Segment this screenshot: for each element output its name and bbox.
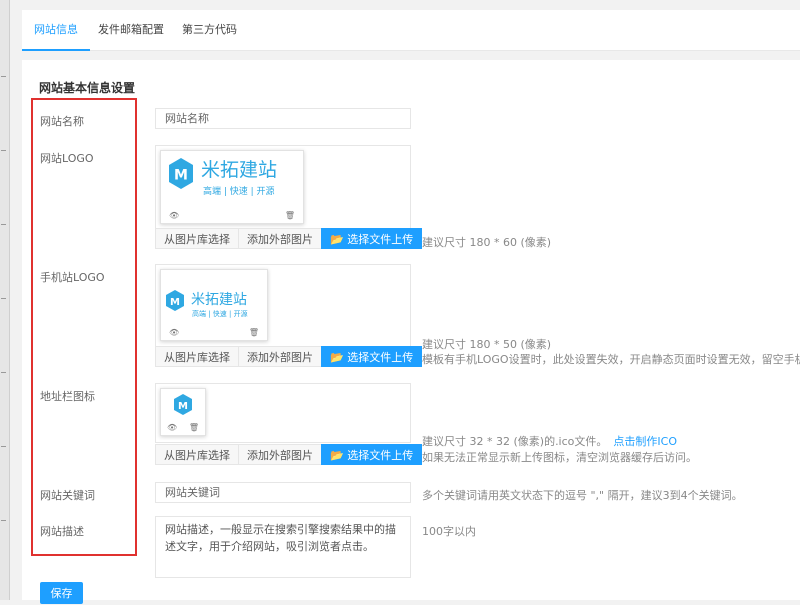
- tab-mail-config[interactable]: 发件邮箱配置: [98, 10, 164, 50]
- eye-icon[interactable]: 👁: [169, 211, 179, 220]
- folder-open-icon: 📂: [330, 351, 348, 364]
- site-logo-upload-label: 选择文件上传: [347, 233, 414, 246]
- favicon-thumbnail: M 👁 🗑: [160, 388, 206, 436]
- site-name-input[interactable]: [155, 108, 411, 129]
- site-logo-image: M 米拓建站 高端 | 快速 | 开源: [169, 158, 277, 197]
- mobile-logo-image: M 米拓建站 高端 | 快速 | 开源: [166, 290, 248, 318]
- mobile-logo-hint-size: 建议尺寸 180 * 50 (像素): [422, 338, 552, 351]
- favicon-upload-label: 选择文件上传: [347, 449, 414, 462]
- keywords-label: 网站关键词: [40, 489, 95, 502]
- mobile-logo-label: 手机站LOGO: [40, 271, 105, 284]
- site-logo-upload-button[interactable]: 📂 选择文件上传: [321, 228, 423, 249]
- favicon-upload-button[interactable]: 📂 选择文件上传: [321, 444, 423, 465]
- favicon-buttons: 从图片库选择 添加外部图片 📂 选择文件上传: [155, 444, 423, 465]
- site-logo-thumbnail: M 米拓建站 高端 | 快速 | 开源 👁 🗑: [160, 150, 304, 224]
- tab-third-party-code[interactable]: 第三方代码: [182, 10, 237, 50]
- folder-open-icon: 📂: [330, 233, 348, 246]
- trash-icon[interactable]: 🗑: [285, 211, 295, 220]
- site-logo-external-button[interactable]: 添加外部图片: [238, 228, 322, 249]
- description-textarea[interactable]: 网站描述，一般显示在搜索引擎搜索结果中的描述文字，用于介绍网站，吸引浏览者点击。: [155, 516, 411, 578]
- site-logo-buttons: 从图片库选择 添加外部图片 📂 选择文件上传: [155, 228, 423, 249]
- trash-icon[interactable]: 🗑: [189, 423, 199, 432]
- favicon-label: 地址栏图标: [40, 390, 95, 403]
- site-logo-name: 米拓建站: [201, 159, 277, 181]
- tab-bar: 网站信息 发件邮箱配置 第三方代码: [22, 10, 800, 51]
- mobile-logo-external-button[interactable]: 添加外部图片: [238, 346, 322, 367]
- window-left-edge: [0, 0, 10, 600]
- trash-icon[interactable]: 🗑: [249, 328, 259, 337]
- description-label: 网站描述: [40, 525, 84, 538]
- section-title: 网站基本信息设置: [39, 81, 136, 95]
- site-logo-label: 网站LOGO: [40, 152, 94, 165]
- keywords-input[interactable]: [155, 482, 411, 503]
- favicon-hint-size: 建议尺寸 32 * 32 (像素)的.ico文件。 点击制作ICO: [422, 433, 677, 449]
- site-logo-library-button[interactable]: 从图片库选择: [155, 228, 239, 249]
- mobile-logo-buttons: 从图片库选择 添加外部图片 📂 选择文件上传: [155, 346, 423, 367]
- mobile-logo-name: 米拓建站: [191, 292, 247, 308]
- mobile-logo-tools: 👁 🗑: [161, 322, 267, 340]
- mobile-logo-upload-button[interactable]: 📂 选择文件上传: [321, 346, 423, 367]
- save-button[interactable]: 保存: [40, 582, 83, 604]
- site-logo-tagline: 高端 | 快速 | 开源: [203, 185, 275, 197]
- site-logo-upload-area: M 米拓建站 高端 | 快速 | 开源 👁 🗑: [155, 145, 411, 229]
- favicon-hint-text: 建议尺寸 32 * 32 (像素)的.ico文件。: [422, 435, 608, 448]
- mobile-logo-thumbnail: M 米拓建站 高端 | 快速 | 开源 👁 🗑: [160, 269, 268, 341]
- tab-site-info[interactable]: 网站信息: [22, 10, 90, 51]
- eye-icon[interactable]: 👁: [169, 328, 179, 337]
- favicon-mark: M: [178, 401, 188, 412]
- favicon-image: M: [174, 394, 192, 415]
- eye-icon[interactable]: 👁: [167, 423, 177, 432]
- mobile-logo-mark: M: [170, 297, 180, 308]
- favicon-upload-area: M 👁 🗑: [155, 383, 411, 443]
- make-ico-link[interactable]: 点击制作ICO: [613, 435, 677, 448]
- site-name-label: 网站名称: [40, 115, 84, 128]
- site-logo-hint: 建议尺寸 180 * 60 (像素): [422, 236, 552, 249]
- site-logo-tools: 👁 🗑: [161, 205, 303, 223]
- mobile-logo-hint-note: 模板有手机LOGO设置时，此处设置失效，开启静态页面时设置无效，留空手机端使: [422, 353, 800, 366]
- favicon-external-button[interactable]: 添加外部图片: [238, 444, 322, 465]
- mobile-logo-upload-label: 选择文件上传: [347, 351, 414, 364]
- favicon-tools: 👁 🗑: [161, 417, 205, 435]
- mobile-logo-library-button[interactable]: 从图片库选择: [155, 346, 239, 367]
- settings-panel: [22, 60, 800, 600]
- mobile-logo-tagline: 高端 | 快速 | 开源: [192, 309, 248, 318]
- favicon-library-button[interactable]: 从图片库选择: [155, 444, 239, 465]
- favicon-hint-cache: 如果无法正常显示新上传图标，清空浏览器缓存后访问。: [422, 451, 697, 464]
- folder-open-icon: 📂: [330, 449, 348, 462]
- mobile-logo-upload-area: M 米拓建站 高端 | 快速 | 开源 👁 🗑: [155, 264, 411, 348]
- site-logo-mark: M: [174, 168, 188, 184]
- description-hint: 100字以内: [422, 525, 476, 538]
- keywords-hint: 多个关键词请用英文状态下的逗号 "," 隔开，建议3到4个关键词。: [422, 489, 743, 502]
